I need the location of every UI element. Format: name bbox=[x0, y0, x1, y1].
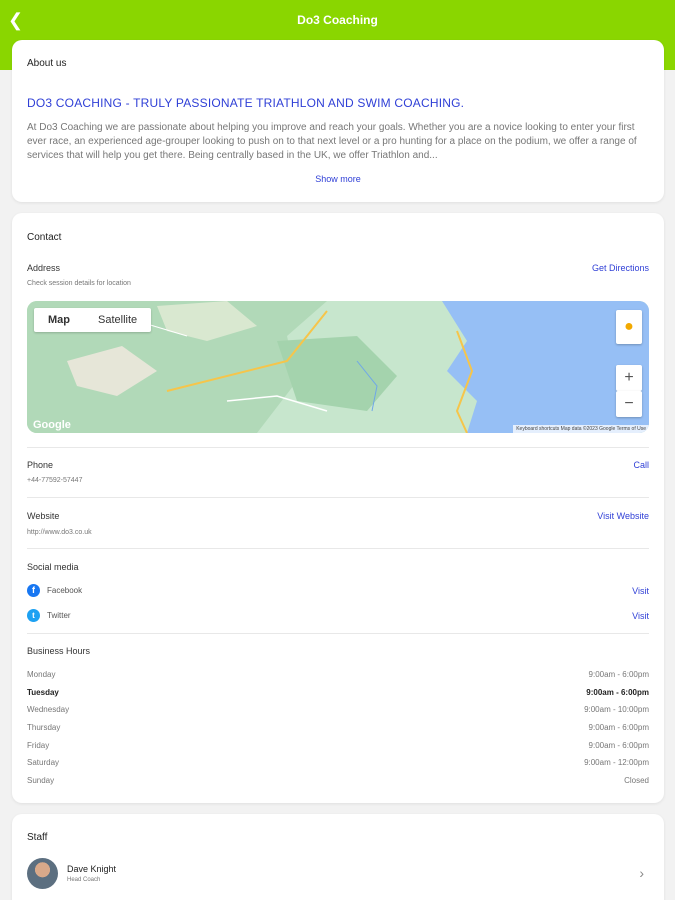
zoom-in-button[interactable]: + bbox=[616, 365, 642, 391]
get-directions-link[interactable]: Get Directions bbox=[592, 263, 649, 273]
hours-time: Closed bbox=[624, 776, 649, 785]
contact-card: Contact Address Check session details fo… bbox=[12, 213, 664, 803]
hours-time: 9:00am - 10:00pm bbox=[584, 705, 649, 714]
about-headline: DO3 COACHING - TRULY PASSIONATE TRIATHLO… bbox=[27, 96, 465, 110]
page-title: Do3 Coaching bbox=[297, 13, 378, 27]
staff-card: Staff Dave Knight Head Coach › bbox=[12, 814, 664, 900]
hours-time: 9:00am - 6:00pm bbox=[588, 723, 649, 732]
hours-day: Saturday bbox=[27, 758, 60, 767]
website-value: http://www.do3.co.uk bbox=[27, 529, 92, 536]
website-label: Website bbox=[27, 511, 60, 521]
hours-day: Friday bbox=[27, 741, 50, 750]
hours-row: Wednesday 9:00am - 10:00pm bbox=[27, 705, 649, 719]
about-card: About us DO3 COACHING - TRULY PASSIONATE… bbox=[12, 40, 664, 202]
street-view-button[interactable]: ● bbox=[616, 310, 642, 344]
staff-name[interactable]: Dave Knight bbox=[67, 864, 116, 874]
visit-website-link[interactable]: Visit Website bbox=[597, 511, 649, 521]
hours-time: 9:00am - 12:00pm bbox=[584, 758, 649, 767]
avatar bbox=[27, 858, 58, 889]
about-title: About us bbox=[27, 58, 67, 69]
location-map[interactable]: Map Satellite ● + − Google Keyboard shor… bbox=[27, 301, 649, 433]
google-logo: Google bbox=[33, 419, 71, 431]
hours-time: 9:00am - 6:00pm bbox=[586, 688, 649, 697]
phone-label: Phone bbox=[27, 460, 54, 470]
hours-day: Tuesday bbox=[27, 688, 59, 697]
map-tab[interactable]: Map bbox=[34, 308, 84, 332]
hours-time: 9:00am - 6:00pm bbox=[588, 741, 649, 750]
contact-title: Contact bbox=[27, 232, 62, 243]
about-body: At Do3 Coaching we are passionate about … bbox=[27, 122, 637, 161]
map-type-tabs: Map Satellite bbox=[34, 308, 152, 332]
zoom-out-button[interactable]: − bbox=[616, 391, 642, 417]
address-label: Address bbox=[27, 263, 61, 273]
address-value: Check session details for location bbox=[27, 280, 131, 287]
hours-row: Sunday Closed bbox=[27, 776, 649, 790]
hours-day: Thursday bbox=[27, 723, 61, 732]
hours-day: Sunday bbox=[27, 776, 55, 785]
chevron-right-icon[interactable]: › bbox=[639, 865, 644, 881]
business-hours-label: Business Hours bbox=[27, 646, 91, 656]
social-media-label: Social media bbox=[27, 562, 79, 572]
call-link[interactable]: Call bbox=[633, 460, 649, 470]
twitter-icon: t bbox=[27, 609, 40, 622]
divider bbox=[27, 497, 649, 498]
divider bbox=[27, 548, 649, 549]
staff-title: Staff bbox=[27, 832, 48, 843]
facebook-visit-link[interactable]: Visit bbox=[632, 586, 649, 596]
facebook-label: Facebook bbox=[47, 586, 83, 595]
satellite-tab[interactable]: Satellite bbox=[84, 308, 151, 332]
staff-role: Head Coach bbox=[67, 877, 101, 883]
hours-row: Saturday 9:00am - 12:00pm bbox=[27, 758, 649, 772]
facebook-icon: f bbox=[27, 584, 40, 597]
map-credits[interactable]: Keyboard shortcuts Map data ©2023 Google… bbox=[513, 425, 649, 433]
hours-time: 9:00am - 6:00pm bbox=[588, 670, 649, 679]
twitter-label: Twitter bbox=[47, 611, 71, 620]
hours-row: Friday 9:00am - 6:00pm bbox=[27, 741, 649, 755]
twitter-visit-link[interactable]: Visit bbox=[632, 611, 649, 621]
show-more-link[interactable]: Show more bbox=[12, 174, 664, 184]
hours-row: Tuesday 9:00am - 6:00pm bbox=[27, 688, 649, 702]
hours-day: Wednesday bbox=[27, 705, 70, 714]
divider bbox=[27, 633, 649, 634]
pegman-icon: ● bbox=[624, 318, 634, 335]
phone-value: +44-77592-57447 bbox=[27, 477, 83, 484]
hours-row: Thursday 9:00am - 6:00pm bbox=[27, 723, 649, 737]
hours-day: Monday bbox=[27, 670, 56, 679]
divider bbox=[27, 447, 649, 448]
hours-row: Monday 9:00am - 6:00pm bbox=[27, 670, 649, 684]
